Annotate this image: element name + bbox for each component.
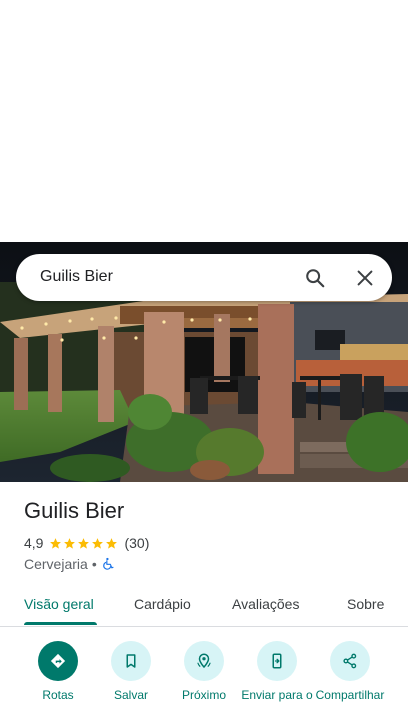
nearby-label: Próximo: [181, 688, 226, 702]
action-bar: Rotas Salvar Próximo Enviar para o Compa…: [0, 640, 408, 724]
star-icon: [106, 537, 118, 549]
tab-about[interactable]: Sobre: [347, 596, 384, 612]
star-icon: [92, 537, 104, 549]
tab-overview[interactable]: Visão geral: [24, 596, 94, 612]
category-row: Cervejaria •: [24, 556, 115, 572]
search-icon[interactable]: [304, 267, 326, 289]
active-tab-indicator: [24, 622, 97, 625]
directions-label: Rotas: [42, 688, 74, 702]
bookmark-icon: [126, 654, 136, 668]
star-icon: [64, 537, 76, 549]
star-icon: [78, 537, 90, 549]
share-icon: [343, 653, 357, 669]
review-count[interactable]: (30): [124, 535, 149, 551]
search-bar[interactable]: Guilis Bier: [16, 254, 392, 301]
star-icon: [50, 537, 62, 549]
directions-button[interactable]: Rotas: [22, 640, 94, 702]
rating-value: 4,9: [24, 535, 44, 551]
separator-dot: •: [91, 556, 97, 572]
tab-menu[interactable]: Cardápio: [134, 596, 191, 612]
rating-row[interactable]: 4,9 (30): [24, 535, 149, 551]
close-icon[interactable]: [354, 267, 376, 289]
send-to-phone-label: Enviar para o: [241, 688, 313, 702]
tab-bar: Visão geral Cardápio Avaliações Sobre: [0, 582, 408, 627]
nearby-icon: [197, 653, 211, 669]
map-blank-area: [0, 0, 408, 242]
directions-icon: [50, 653, 66, 669]
save-label: Salvar: [113, 688, 148, 702]
share-label: Compartilhar: [315, 688, 385, 702]
place-title: Guilis Bier: [24, 498, 125, 523]
send-to-phone-icon: [272, 653, 282, 669]
share-button[interactable]: Compartilhar: [314, 640, 386, 702]
tab-reviews[interactable]: Avaliações: [232, 596, 299, 612]
save-button[interactable]: Salvar: [95, 640, 167, 702]
wheelchair-icon: [102, 557, 114, 570]
search-input[interactable]: Guilis Bier: [40, 268, 113, 286]
nearby-button[interactable]: Próximo: [168, 640, 240, 702]
rating-stars: [49, 537, 119, 550]
place-category: Cervejaria: [24, 556, 88, 572]
send-to-phone-button[interactable]: Enviar para o: [241, 640, 313, 702]
